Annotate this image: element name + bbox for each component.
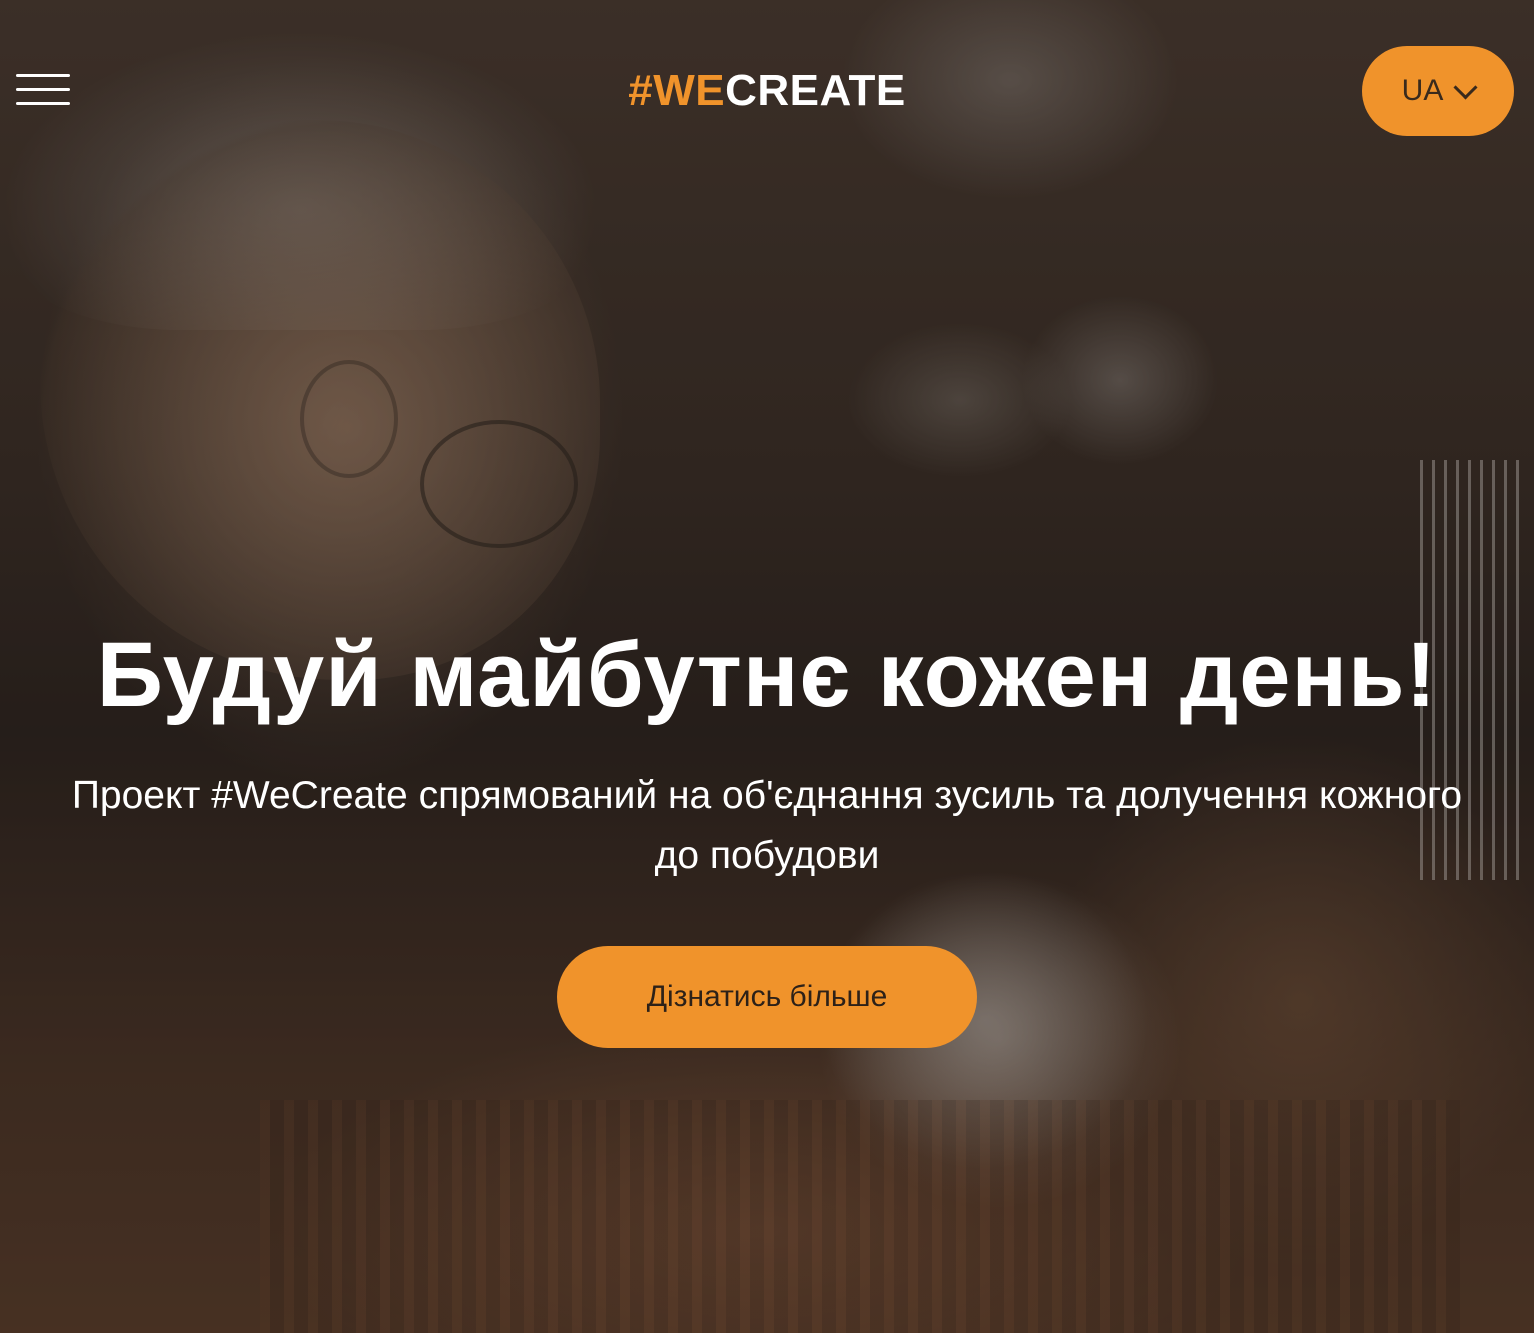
hero-content: Будуй майбутнє кожен день! Проект #WeCre…: [0, 600, 1534, 1048]
site-logo[interactable]: #WECREATE: [0, 66, 1534, 116]
background-photo-detail: [420, 420, 578, 548]
language-selector[interactable]: UA: [1362, 46, 1514, 136]
logo-we: WE: [653, 66, 726, 115]
background-photo-detail: [300, 360, 398, 478]
logo-hash: #: [628, 66, 654, 115]
language-label: UA: [1401, 74, 1444, 107]
learn-more-label: Дізнатись більше: [646, 980, 888, 1013]
chevron-down-icon: [1453, 74, 1478, 100]
hero-subtitle: Проект #WeCreate спрямований на об'єднан…: [71, 774, 1463, 877]
hero-section: #WECREATE UA Будуй майбутнє кожен день! …: [0, 0, 1534, 1333]
site-header: #WECREATE UA: [0, 0, 1534, 180]
logo-create: CREATE: [725, 66, 906, 115]
learn-more-button[interactable]: Дізнатись більше: [557, 946, 977, 1048]
hero-title: Будуй майбутнє кожен день!: [96, 624, 1438, 726]
background-photo-detail: [260, 1100, 1460, 1333]
